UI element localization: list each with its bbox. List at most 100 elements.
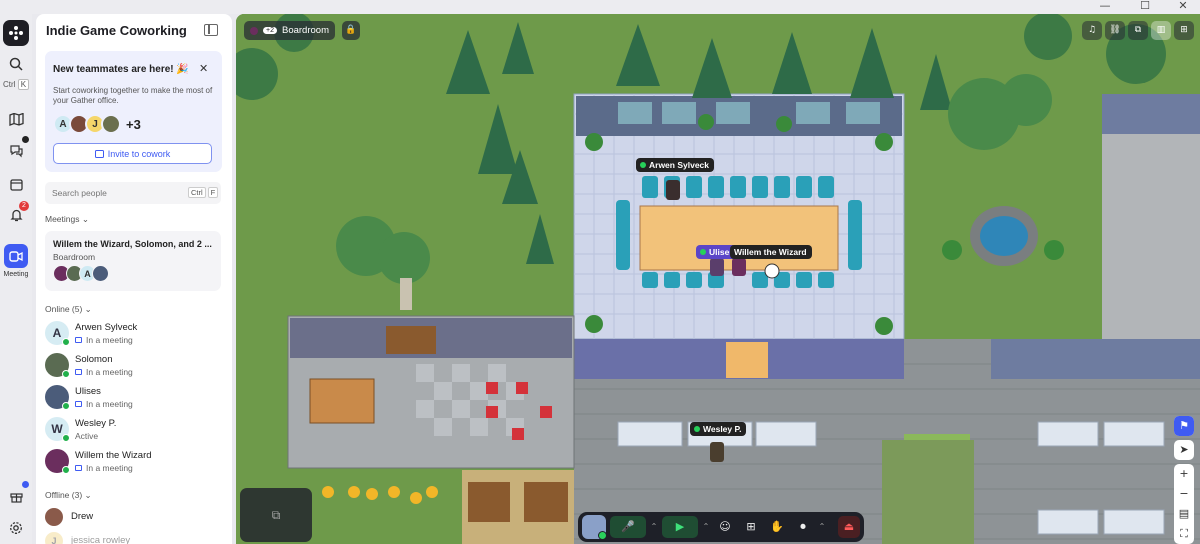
person-name: Ulises <box>75 386 101 397</box>
locate-icon[interactable]: ➤ <box>1174 440 1194 460</box>
banner-description: Start coworking together to make the mos… <box>53 86 213 105</box>
meetings-header[interactable]: Meetings ⌄ <box>45 214 89 225</box>
record-options-icon[interactable]: ⌃ <box>818 516 826 538</box>
meeting-room: Boardroom <box>53 252 96 262</box>
list-item[interactable]: Solomon In a meeting <box>45 351 221 381</box>
search-shortcut: Ctrl F <box>186 187 219 198</box>
screen-icon: ⧉ <box>271 508 281 522</box>
map-control[interactable]: ➤ <box>1174 440 1194 460</box>
notification-badge: 2 <box>19 201 29 211</box>
lock-icon[interactable]: 🔒 <box>342 21 360 40</box>
person-name: Wesley P. <box>75 418 117 429</box>
leave-icon[interactable]: ⏏ <box>838 516 860 538</box>
invite-label: Invite to cowork <box>107 148 171 159</box>
online-dot <box>62 434 70 442</box>
online-header[interactable]: Online (5) ⌄ <box>45 304 92 315</box>
map-icon[interactable] <box>4 107 28 131</box>
gather-logo-icon[interactable] <box>3 20 29 46</box>
offline-header[interactable]: Offline (3) ⌄ <box>45 490 92 501</box>
avatar-nametag[interactable]: Wesley P. <box>690 422 747 436</box>
avatar-nametag[interactable]: Arwen Sylveck <box>636 158 715 172</box>
screen-share-tile[interactable]: ⧉ <box>240 488 312 542</box>
share-screen-icon[interactable]: ⊞ <box>740 516 762 538</box>
calendar-icon <box>75 337 82 343</box>
person-name: Drew <box>71 511 94 522</box>
avatar-nametag[interactable]: Willem the Wizard <box>730 245 812 259</box>
calendar-icon <box>75 465 82 471</box>
online-dot <box>694 426 700 432</box>
camera-options-icon[interactable]: ⌃ <box>702 516 710 538</box>
raise-hand-icon[interactable]: ✋ <box>766 516 788 538</box>
zoom-in-icon[interactable]: + <box>1174 464 1194 484</box>
grid-view-icon[interactable]: ⊞ <box>1174 21 1194 40</box>
music-icon[interactable]: ♫ <box>1082 21 1102 40</box>
map-control[interactable]: ⚑ <box>1174 416 1194 436</box>
emoji-icon[interactable]: ☺ <box>714 516 736 538</box>
link-icon[interactable]: ⛓ <box>1105 21 1125 40</box>
sidebar: Indie Game Coworking New teammates are h… <box>36 14 232 544</box>
calendar-icon <box>94 149 104 158</box>
online-dot <box>62 466 70 474</box>
more-count: +2 <box>263 27 277 34</box>
list-item[interactable]: W Wesley P. Active <box>45 415 221 445</box>
avatar <box>45 508 63 526</box>
flag-icon[interactable]: ⚑ <box>1174 416 1194 436</box>
list-item[interactable]: A Arwen Sylveck In a meeting <box>45 319 221 349</box>
person-name: Willem the Wizard <box>75 450 152 461</box>
online-dot <box>62 370 70 378</box>
invite-button[interactable]: Invite to cowork <box>53 143 212 164</box>
minimize-icon[interactable]: — <box>1094 0 1116 14</box>
avatar-stack: A J +3 <box>53 113 141 135</box>
list-item[interactable]: Ulises In a meeting <box>45 383 221 413</box>
gear-icon[interactable] <box>4 516 28 540</box>
avatar <box>250 26 258 35</box>
mic-options-icon[interactable]: ⌃ <box>650 516 658 538</box>
meeting-title: Willem the Wizard, Solomon, and 2 ... <box>53 239 212 249</box>
game-map[interactable]: +2 Boardroom 🔒 ♫ ⛓ ⧉ ▥ ⊞ ⚑ ➤ + − ▤ ⛶ Arw… <box>236 14 1200 544</box>
map-view-icon[interactable]: ▥ <box>1151 21 1171 40</box>
record-icon[interactable]: ⏺ <box>792 516 814 538</box>
left-rail: Ctrl K 2 Meeting <box>0 14 32 544</box>
banner-title: New teammates are here! 🎉 <box>53 64 189 75</box>
control-dock: 🎤 ⌃ ▶ ⌃ ☺ ⊞ ✋ ⏺ ⌃ ⏏ <box>578 512 864 542</box>
zoom-controls: + − ▤ ⛶ <box>1174 464 1194 544</box>
meeting-label: Meeting <box>3 271 29 278</box>
person-name: Arwen Sylveck <box>75 322 138 333</box>
map-canvas <box>236 14 1200 544</box>
person-status: Active <box>75 431 99 441</box>
meeting-icon[interactable] <box>4 244 28 268</box>
search-icon[interactable] <box>4 52 28 76</box>
person-name: Solomon <box>75 354 113 365</box>
teammates-banner: New teammates are here! 🎉 ✕ Start cowork… <box>45 51 222 172</box>
camera-icon[interactable]: ▶ <box>662 516 698 538</box>
close-icon[interactable]: ✕ <box>199 62 208 75</box>
list-item[interactable]: J jessica rowley <box>45 530 221 544</box>
calendar-icon[interactable] <box>4 172 28 196</box>
avatar <box>92 265 109 282</box>
calendar-icon <box>75 369 82 375</box>
person-status: In a meeting <box>75 367 133 377</box>
screen-icon[interactable]: ⧉ <box>1128 21 1148 40</box>
avatar <box>101 114 121 134</box>
mic-icon[interactable]: 🎤 <box>610 516 646 538</box>
minimap-icon[interactable]: ▤ <box>1174 504 1194 524</box>
close-icon[interactable]: ✕ <box>1172 0 1194 14</box>
person-status: In a meeting <box>75 335 133 345</box>
meeting-card[interactable]: Willem the Wizard, Solomon, and 2 ... Bo… <box>45 231 221 291</box>
list-item[interactable]: Willem the Wizard In a meeting <box>45 447 221 477</box>
self-avatar[interactable] <box>582 515 607 540</box>
person-status: In a meeting <box>75 463 133 473</box>
person-name: jessica rowley <box>71 535 131 544</box>
new-dot <box>22 481 29 488</box>
search-shortcut: Ctrl K <box>3 79 30 90</box>
person-status: In a meeting <box>75 399 133 409</box>
room-pill[interactable]: +2 Boardroom <box>244 21 335 40</box>
zoom-out-icon[interactable]: − <box>1174 484 1194 504</box>
online-dot <box>640 162 646 168</box>
maximize-icon[interactable]: ☐ <box>1134 0 1156 14</box>
avatar: J <box>45 532 63 544</box>
collapse-sidebar-icon[interactable] <box>204 24 218 36</box>
room-name: Boardroom <box>281 25 329 36</box>
fullscreen-icon[interactable]: ⛶ <box>1174 524 1194 544</box>
online-dot <box>700 249 706 255</box>
